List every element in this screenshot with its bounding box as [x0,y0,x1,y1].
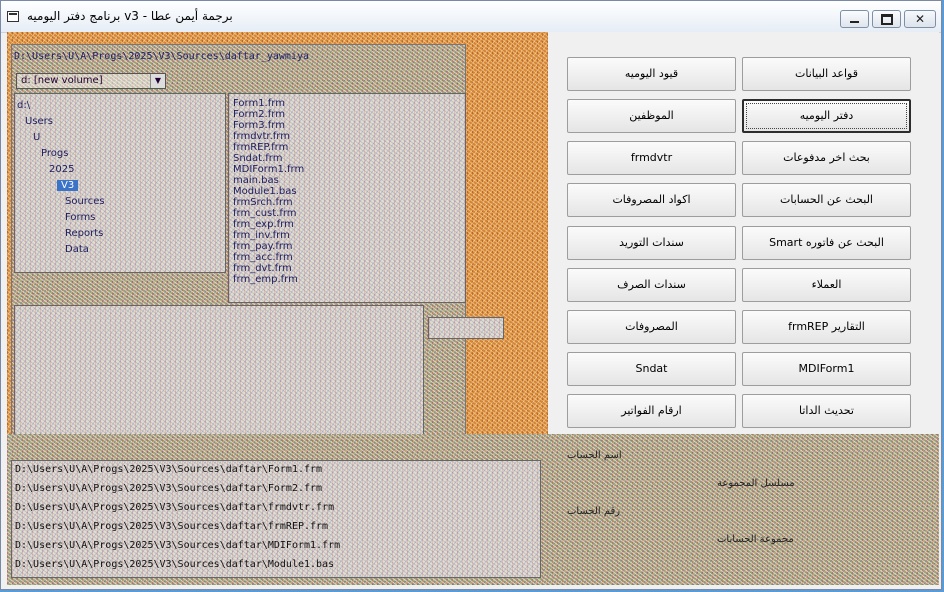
tree-item[interactable]: Users [25,116,53,127]
app-icon[interactable] [7,11,19,22]
tree-item[interactable]: d:\ [17,100,30,111]
accounts-search-label: البحث عن الحسابات [779,193,873,206]
file-item[interactable]: Form2.frm [233,109,285,120]
log-line[interactable]: D:\Users\U\A\Progs\2025\V3\Sources\dafta… [15,483,535,494]
minimize-icon [850,21,859,23]
file-item[interactable]: frmdvtr.frm [233,131,290,142]
expense-codes-button[interactable]: اكواد المصروفات [567,183,736,217]
file-item[interactable]: frmSrch.frm [233,197,293,208]
payment-vouchers-button[interactable]: سندات الصرف [567,268,736,302]
receipt-vouchers-button[interactable]: سندات التوريد [567,226,736,260]
log-line[interactable]: D:\Users\U\A\Progs\2025\V3\Sources\dafta… [15,559,535,570]
expense-codes-label: اكواد المصروفات [612,193,691,206]
journal-entries-button[interactable]: قيود اليوميه [567,57,736,91]
minimize-button[interactable] [840,10,869,28]
tree-item[interactable]: Progs [41,148,68,159]
file-item[interactable]: frmREP.frm [233,142,288,153]
journal-book-label: دفتر اليوميه [799,109,854,122]
expenses-button[interactable]: المصروفات [567,310,736,344]
invoice-numbers-button[interactable]: ارقام الفواتير [567,394,736,428]
customers-label: العملاء [811,278,842,291]
small-input[interactable] [428,317,504,339]
update-data-button[interactable]: تحديث الداتا [742,394,911,428]
file-item[interactable]: frm_pay.frm [233,241,293,252]
path-label: D:\Users\U\A\Progs\2025\V3\Sources\dafta… [14,51,310,62]
file-item[interactable]: Form3.frm [233,120,285,131]
tree-item[interactable]: 2025 [49,164,74,175]
maximize-button[interactable] [872,10,901,28]
file-item[interactable]: frm_dvt.frm [233,263,292,274]
last-payments-search-button[interactable]: بحث اخر مدفوعات [742,141,911,175]
receipt-vouchers-label: سندات التوريد [619,236,684,249]
sndat-label: Sndat [635,362,668,375]
tree-item[interactable]: V3 [57,180,79,191]
tree-item[interactable]: U [33,132,40,143]
invoice-numbers-label: ارقام الفواتير [621,404,682,417]
file-item[interactable]: frm_inv.frm [233,230,290,241]
journal-book-button[interactable]: دفتر اليوميه [742,99,911,133]
log-line[interactable]: D:\Users\U\A\Progs\2025\V3\Sources\dafta… [15,502,535,513]
reports-button[interactable]: frmREP التقارير [742,310,911,344]
field-label: رقم الحساب [567,506,621,517]
close-icon: ✕ [914,12,926,26]
file-item[interactable]: frm_exp.frm [233,219,294,230]
main-window: برجمة أيمن عطا - v3 برنامج دفتر اليوميه … [0,0,942,590]
tree-item[interactable]: Reports [65,228,103,239]
accounts-search-button[interactable]: البحث عن الحسابات [742,183,911,217]
log-line[interactable]: D:\Users\U\A\Progs\2025\V3\Sources\dafta… [15,540,535,551]
log-line[interactable]: D:\Users\U\A\Progs\2025\V3\Sources\dafta… [15,521,535,532]
payment-vouchers-label: سندات الصرف [617,278,686,291]
file-item[interactable]: Module1.bas [233,186,297,197]
last-payments-search-label: بحث اخر مدفوعات [783,151,870,164]
file-item[interactable]: main.bas [233,175,279,186]
window-title: برجمة أيمن عطا - v3 برنامج دفتر اليوميه [27,9,233,23]
employees-label: الموظفين [629,109,674,122]
databases-label: قواعد البيانات [795,67,858,80]
employees-button[interactable]: الموظفين [567,99,736,133]
tree-item[interactable]: Sources [65,196,105,207]
file-item[interactable]: MDIForm1.frm [233,164,304,175]
client-area: D:\Users\U\A\Progs\2025\V3\Sources\dafta… [7,32,939,585]
journal-entries-label: قيود اليوميه [624,67,679,80]
sndat-button[interactable]: Sndat [567,352,736,386]
mdiform1-button[interactable]: MDIForm1 [742,352,911,386]
file-item[interactable]: frm_emp.frm [233,274,298,285]
expenses-label: المصروفات [625,320,678,333]
reports-label: frmREP التقارير [788,320,865,333]
drive-value: d: [new volume] [21,75,103,86]
field-label: مسلسل المجموعة [717,478,795,489]
frmdvtr-label: frmdvtr [630,151,673,164]
close-button[interactable]: ✕ [904,10,936,28]
preview-box [14,305,424,453]
file-item[interactable]: frm_cust.frm [233,208,297,219]
update-data-label: تحديث الداتا [799,404,854,417]
smart-invoice-search-button[interactable]: Smart البحث عن فاتوره [742,226,911,260]
log-line[interactable]: D:\Users\U\A\Progs\2025\V3\Sources\dafta… [15,464,535,475]
file-item[interactable]: Sndat.frm [233,153,282,164]
drive-dropdown[interactable]: d: [new volume] ▼ [16,73,166,89]
maximize-icon [880,13,893,25]
tree-item[interactable]: Data [65,244,89,255]
frmdvtr-button[interactable]: frmdvtr [567,141,736,175]
field-label: اسم الحساب [567,450,622,461]
databases-button[interactable]: قواعد البيانات [742,57,911,91]
file-item[interactable]: frm_acc.frm [233,252,293,263]
tree-item[interactable]: Forms [65,212,95,223]
chevron-down-icon[interactable]: ▼ [150,74,165,88]
title-bar[interactable]: برجمة أيمن عطا - v3 برنامج دفتر اليوميه … [1,1,941,33]
mdiform1-label: MDIForm1 [798,362,855,375]
file-item[interactable]: Form1.frm [233,98,285,109]
smart-invoice-search-label: Smart البحث عن فاتوره [769,236,884,249]
field-label: مجموعة الحسابات [717,534,794,545]
customers-button[interactable]: العملاء [742,268,911,302]
